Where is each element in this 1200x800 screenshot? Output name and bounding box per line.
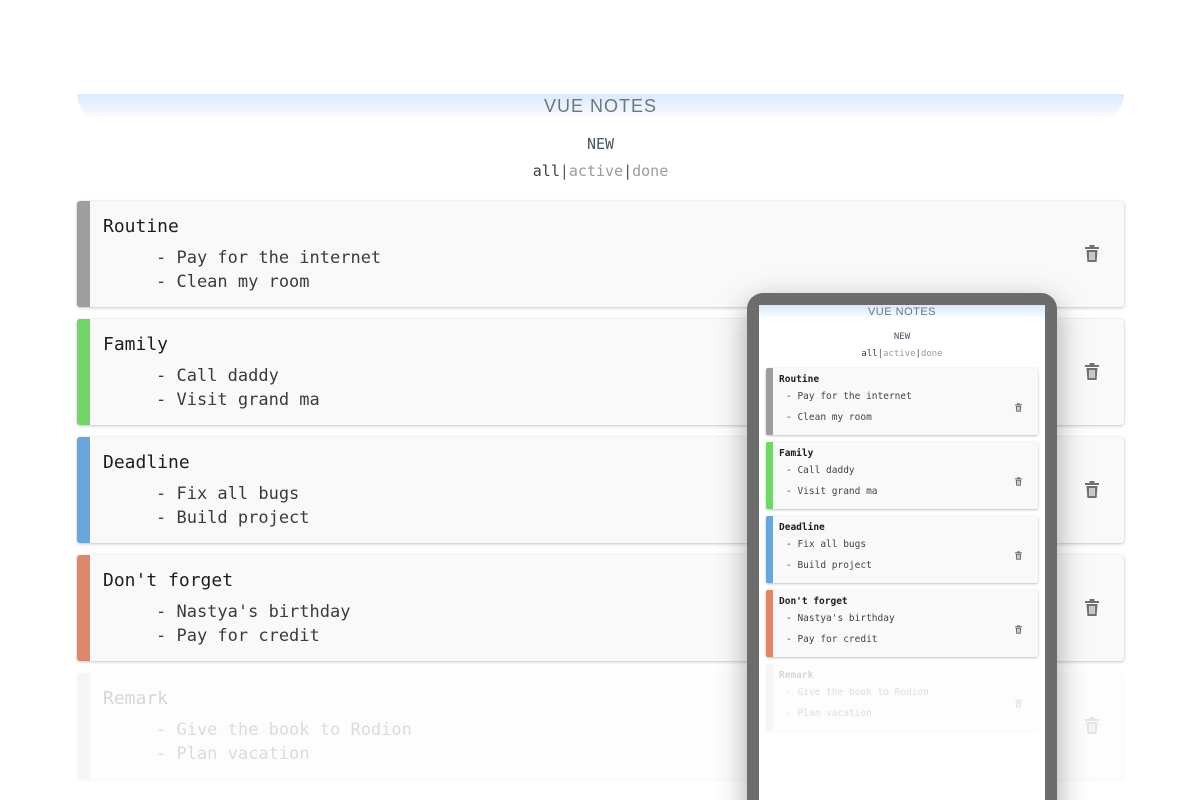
note-task: - Fix all bugs [156,484,300,504]
note-task: - Give the book to Rodion [786,687,929,698]
note-task: - Clean my room [786,412,872,423]
note-title: Don't forget [779,596,848,607]
filter-active[interactable]: active [569,162,623,180]
note-color-bar [766,664,773,731]
note-task: - Nastya's birthday [786,613,895,624]
note-task: - Clean my room [156,272,310,292]
mobile-note-card[interactable]: Routine - Pay for the internet - Clean my … [766,368,1038,435]
note-task: - Fix all bugs [786,539,867,550]
trash-icon[interactable] [1015,471,1022,486]
filter-bar: all|active|done [77,161,1124,181]
trash-icon[interactable] [1085,363,1099,380]
note-color-bar [77,319,90,425]
note-task: - Pay for the internet [156,248,382,268]
note-task: - Call daddy [786,465,855,476]
note-color-bar [766,368,773,435]
note-color-bar [766,516,773,583]
app-header: VUE NOTES [77,94,1124,120]
trash-icon[interactable] [1015,619,1022,634]
mobile-filter-active[interactable]: active [883,349,916,359]
note-title: Routine [779,374,820,385]
note-title: Remark [779,670,814,681]
note-title: Family [103,334,169,355]
note-task: - Give the book to Rodion [156,720,412,740]
note-task: - Pay for the internet [786,391,912,402]
app-title: VUE NOTES [543,96,658,116]
filter-separator: | [623,162,633,180]
filter-separator: | [559,162,569,180]
mobile-app-title: VUE NOTES [867,306,937,318]
note-color-bar [77,555,90,661]
note-title: Deadline [779,522,825,533]
trash-icon[interactable] [1085,245,1099,262]
note-task: - Plan vacation [786,708,872,719]
note-task: - Build project [156,508,310,528]
filter-done[interactable]: done [632,162,668,180]
note-task: - Build project [786,560,872,571]
note-task: - Nastya's birthday [156,602,351,622]
mobile-filter-done[interactable]: done [921,349,943,359]
trash-icon[interactable] [1085,717,1099,734]
note-title: Remark [103,688,169,709]
note-title: Routine [103,216,179,237]
note-color-bar [77,201,90,307]
note-title: Don't forget [103,570,234,591]
mobile-new-note-button[interactable]: NEW [877,331,927,343]
trash-icon[interactable] [1085,599,1099,616]
mobile-notes-list: Routine - Pay for the internet - Clean my … [766,368,1038,738]
note-task: - Visit grand ma [156,390,320,410]
mobile-note-card[interactable]: Deadline - Fix all bugs - Build project [766,516,1038,583]
note-color-bar [766,590,773,657]
mobile-filter-bar: all|active|done [759,348,1045,360]
mobile-note-card[interactable]: Family - Call daddy - Visit grand ma [766,442,1038,509]
note-color-bar [77,673,90,779]
phone-screen: VUE NOTES NEW all|active|done Routine - P… [759,305,1045,800]
note-task: - Plan vacation [156,744,310,764]
note-task: - Pay for credit [156,626,320,646]
new-note-button[interactable]: NEW [561,134,641,154]
note-color-bar [766,442,773,509]
trash-icon[interactable] [1015,397,1022,412]
note-card[interactable]: Routine - Pay for the internet - Clean my … [77,201,1124,307]
trash-icon[interactable] [1015,693,1022,708]
phone-mockup: VUE NOTES NEW all|active|done Routine - P… [747,293,1057,800]
mobile-filter-all[interactable]: all [861,349,877,359]
stage: VUE NOTES NEW all|active|done Routine - P… [0,0,1200,800]
trash-icon[interactable] [1015,545,1022,560]
note-task: - Visit grand ma [786,486,878,497]
note-title: Family [779,448,814,459]
note-color-bar [77,437,90,543]
mobile-note-card[interactable]: Remark - Give the book to Rodion - Plan va… [766,664,1038,731]
filter-all[interactable]: all [533,162,560,180]
trash-icon[interactable] [1085,481,1099,498]
note-task: - Call daddy [156,366,279,386]
note-title: Deadline [103,452,190,473]
mobile-note-card[interactable]: Don't forget - Nastya's birthday - Pay for… [766,590,1038,657]
mobile-app-header: VUE NOTES [759,305,1045,319]
note-task: - Pay for credit [786,634,878,645]
